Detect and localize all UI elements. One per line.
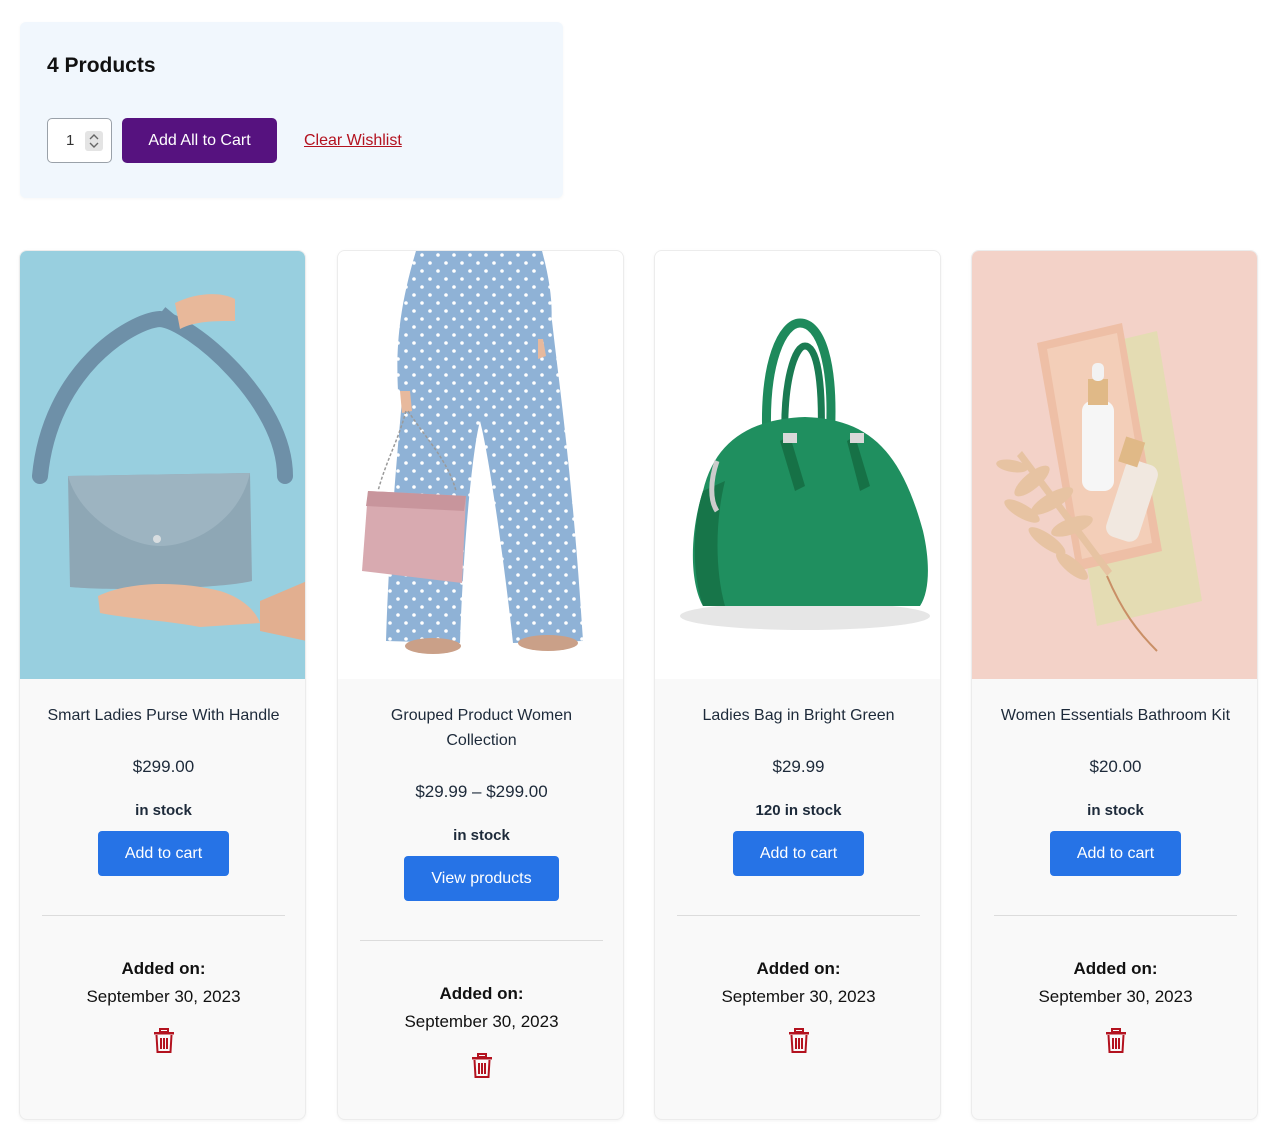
trash-icon[interactable] (788, 1028, 810, 1054)
divider (994, 915, 1237, 916)
added-on-date: September 30, 2023 (86, 987, 241, 1006)
product-image-blue-purse[interactable] (20, 251, 305, 679)
product-image-polka-dot-collection[interactable] (338, 251, 623, 679)
divider (677, 915, 920, 916)
added-on-label: Added on: (1073, 959, 1158, 978)
product-price: $29.99 – $299.00 (415, 782, 548, 801)
product-name[interactable]: Grouped Product Women Collection (360, 703, 603, 753)
product-count-title: 4 Products (47, 54, 156, 77)
add-to-cart-button[interactable]: Add to cart (97, 831, 230, 876)
clear-wishlist-link[interactable]: Clear Wishlist (304, 132, 402, 150)
product-card: Women Essentials Bathroom Kit $20.00 in … (971, 250, 1258, 1120)
product-name[interactable]: Ladies Bag in Bright Green (677, 703, 920, 728)
view-products-button[interactable]: View products (404, 856, 559, 901)
product-price: $20.00 (1089, 757, 1142, 776)
product-card: Smart Ladies Purse With Handle $299.00 i… (19, 250, 306, 1120)
product-image-green-bag[interactable] (655, 251, 940, 679)
added-on-label: Added on: (121, 959, 206, 978)
added-on-label: Added on: (439, 984, 524, 1003)
product-image-bathroom-kit[interactable] (972, 251, 1257, 679)
stock-status: in stock (1087, 802, 1144, 819)
add-all-to-cart-button[interactable]: Add All to Cart (122, 118, 277, 163)
added-on-date: September 30, 2023 (721, 987, 876, 1006)
quantity-value[interactable]: 1 (66, 132, 74, 149)
divider (360, 940, 603, 941)
product-price: $299.00 (132, 757, 195, 776)
spinner-arrows-icon[interactable] (85, 131, 103, 151)
add-to-cart-button[interactable]: Add to cart (1049, 831, 1182, 876)
stock-status: in stock (135, 802, 192, 819)
trash-icon[interactable] (153, 1028, 175, 1054)
added-on-date: September 30, 2023 (1038, 987, 1193, 1006)
wishlist-summary: 4 Products 1 Add All to Cart Clear Wishl… (20, 22, 563, 198)
product-card: Grouped Product Women Collection $29.99 … (337, 250, 624, 1120)
quantity-stepper[interactable]: 1 (47, 118, 112, 163)
product-price: $29.99 (772, 757, 825, 776)
added-on-label: Added on: (756, 959, 841, 978)
trash-icon[interactable] (471, 1053, 493, 1079)
stock-status: in stock (453, 827, 510, 844)
product-name[interactable]: Women Essentials Bathroom Kit (994, 703, 1237, 728)
divider (42, 915, 285, 916)
trash-icon[interactable] (1105, 1028, 1127, 1054)
added-on-date: September 30, 2023 (404, 1012, 559, 1031)
add-to-cart-button[interactable]: Add to cart (732, 831, 865, 876)
product-card: Ladies Bag in Bright Green $29.99 120 in… (654, 250, 941, 1120)
stock-status: 120 in stock (755, 802, 842, 819)
product-name[interactable]: Smart Ladies Purse With Handle (42, 703, 285, 728)
